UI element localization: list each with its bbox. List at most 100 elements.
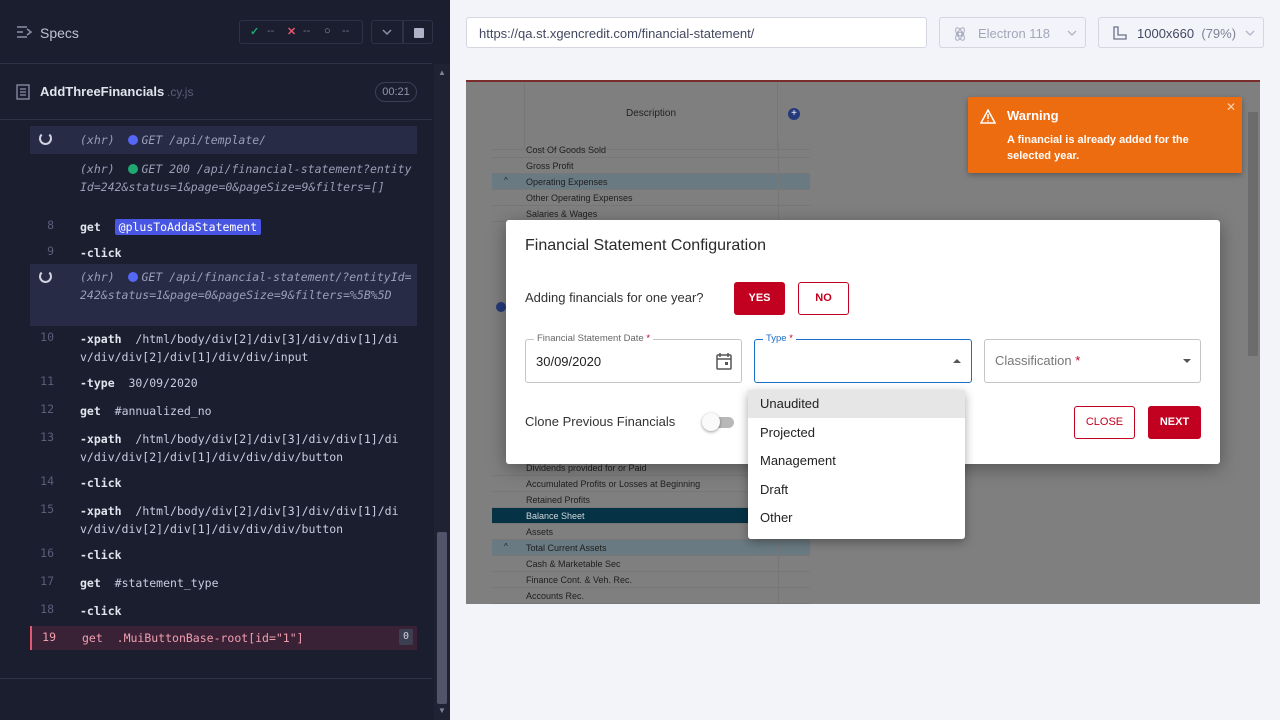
stop-icon [414, 28, 424, 38]
close-icon[interactable]: ✕ [1226, 100, 1236, 114]
spec-header: AddThreeFinancials .cy.js 00:21 [0, 64, 432, 120]
yes-button[interactable]: YES [734, 282, 785, 315]
scroll-up-icon[interactable]: ▲ [437, 68, 447, 78]
xhr-log-row[interactable]: (xhr) GET /api/template/ [30, 126, 417, 154]
command-name: -click [80, 604, 122, 618]
clone-previous-label: Clone Previous Financials [525, 414, 676, 429]
line-number: 13 [40, 430, 54, 444]
chevron-down-icon [1245, 30, 1255, 36]
browser-select[interactable]: Electron 118 [939, 17, 1086, 48]
table-row: Gross Profit [492, 158, 810, 174]
add-row-icon[interactable] [496, 302, 506, 312]
command-list: (xhr) GET /api/template/ (xhr) GET 200 /… [30, 126, 417, 666]
command-row[interactable]: 17 get #statement_type [30, 570, 417, 598]
row-label: Dividends provided for or Paid [526, 463, 647, 473]
spec-name[interactable]: AddThreeFinancials [40, 84, 164, 99]
table-row: Other Operating Expenses [492, 190, 810, 206]
chevron-down-button[interactable] [371, 20, 403, 44]
chevron-down-icon [1067, 30, 1077, 36]
table-row: ^ Total Current Assets [492, 540, 810, 556]
app-under-test: Description + Cost Of Goods Sold Gross P… [466, 80, 1260, 604]
line-number: 12 [40, 402, 54, 416]
command-name: get [80, 220, 101, 234]
line-number: 15 [40, 502, 54, 516]
command-arg: .MuiButtonBase-root[id="1"] [116, 631, 304, 645]
command-row[interactable]: 14 -click [30, 470, 417, 498]
classification-select[interactable]: Classification * [984, 339, 1201, 383]
specs-menu-icon[interactable] [16, 24, 32, 40]
close-button[interactable]: CLOSE [1074, 406, 1135, 439]
row-label: Accumulated Profits or Losses at Beginni… [526, 479, 701, 489]
type-select[interactable]: Type * [754, 333, 972, 383]
command-row[interactable]: 15 -xpath /html/body/div[2]/div[3]/div/d… [30, 498, 417, 542]
pending-dot-icon [128, 272, 139, 282]
collapse-icon[interactable]: ^ [504, 176, 508, 185]
warning-icon [980, 109, 996, 124]
url-bar[interactable]: https://qa.st.xgencredit.com/financial-s… [466, 17, 927, 48]
statement-date-value: 30/09/2020 [536, 354, 602, 369]
add-statement-icon[interactable]: + [788, 108, 800, 120]
xhr-log-row[interactable]: (xhr) GET /api/financial-statement/?enti… [30, 264, 417, 326]
line-number: 14 [40, 474, 54, 488]
command-name: -type [80, 376, 115, 390]
line-number: 19 [42, 630, 56, 644]
type-option[interactable]: Projected [748, 419, 965, 447]
command-row[interactable]: 18 -click [30, 598, 417, 626]
check-icon: ✓ [250, 26, 260, 38]
xhr-type: (xhr) [80, 133, 115, 147]
command-row[interactable]: 11 -type 30/09/2020 [30, 370, 417, 398]
collapse-icon[interactable]: ^ [504, 542, 508, 551]
toast-title: Warning [1007, 108, 1059, 123]
command-name: -click [80, 246, 122, 260]
type-option[interactable]: Draft [748, 476, 965, 504]
command-row[interactable]: 8 get @plusToAddaStatement [30, 214, 417, 240]
specs-label[interactable]: Specs [40, 25, 79, 41]
command-row[interactable]: 9 -click [30, 240, 417, 264]
type-options-menu: Unaudited Projected Management Draft Oth… [748, 390, 965, 539]
viewport-select[interactable]: 1000x660 (79%) [1098, 17, 1264, 48]
command-row[interactable]: 10 -xpath /html/body/div[2]/div[3]/div/d… [30, 326, 417, 370]
table-row: Accounts Rec. [492, 588, 810, 604]
calendar-icon[interactable] [716, 352, 732, 370]
command-row[interactable]: 13 -xpath /html/body/div[2]/div[3]/div/d… [30, 426, 417, 470]
row-label: Operating Expenses [526, 177, 608, 187]
command-row[interactable]: 16 -click [30, 542, 417, 570]
statement-date-field[interactable]: Financial Statement Date * 30/09/2020 [525, 333, 742, 383]
line-number: 16 [40, 546, 54, 560]
table-row: ^ Operating Expenses [492, 174, 810, 190]
line-number: 18 [40, 602, 54, 616]
command-log-panel: Specs ✓ -- ✕ -- ○ -- AddThreeFinancials … [0, 0, 450, 720]
type-option[interactable]: Management [748, 447, 965, 475]
command-name: -xpath [80, 504, 122, 518]
command-row[interactable]: 12 get #annualized_no [30, 398, 417, 426]
failed-command-row[interactable]: 19 get .MuiButtonBase-root[id="1"] 0 [30, 626, 417, 650]
line-number: 9 [47, 244, 54, 258]
app-scrollbar[interactable] [1248, 112, 1258, 356]
command-arg: 30/09/2020 [128, 376, 198, 390]
toast-message: A financial is already added for the sel… [1007, 134, 1189, 162]
next-button[interactable]: NEXT [1148, 406, 1201, 439]
line-number: 8 [47, 218, 54, 232]
table-row: Cost Of Goods Sold [492, 142, 810, 158]
row-label: Total Current Assets [526, 543, 607, 553]
command-name: get [80, 404, 101, 418]
type-option[interactable]: Other [748, 504, 965, 532]
type-option[interactable]: Unaudited [748, 390, 965, 418]
no-button[interactable]: NO [798, 282, 849, 315]
table-header: Description [492, 82, 810, 150]
row-label: Other Operating Expenses [526, 193, 633, 203]
command-name: -xpath [80, 332, 122, 346]
log-scrollbar-thumb[interactable] [437, 532, 447, 704]
xhr-text: GET /api/template/ [141, 133, 267, 147]
stop-button[interactable] [403, 20, 433, 44]
description-header: Description [524, 82, 778, 150]
test-stats: ✓ -- ✕ -- ○ -- [239, 20, 363, 44]
row-label: Finance Cont. & Veh. Rec. [526, 575, 633, 585]
clone-toggle[interactable] [702, 413, 720, 431]
command-name: -click [80, 476, 122, 490]
loading-spinner-icon [39, 270, 52, 283]
scroll-down-icon[interactable]: ▼ [437, 706, 447, 716]
alias-badge: @plusToAddaStatement [114, 219, 262, 235]
xhr-log-row[interactable]: (xhr) GET 200 /api/financial-statement?e… [30, 154, 417, 214]
row-label: Gross Profit [526, 161, 574, 171]
